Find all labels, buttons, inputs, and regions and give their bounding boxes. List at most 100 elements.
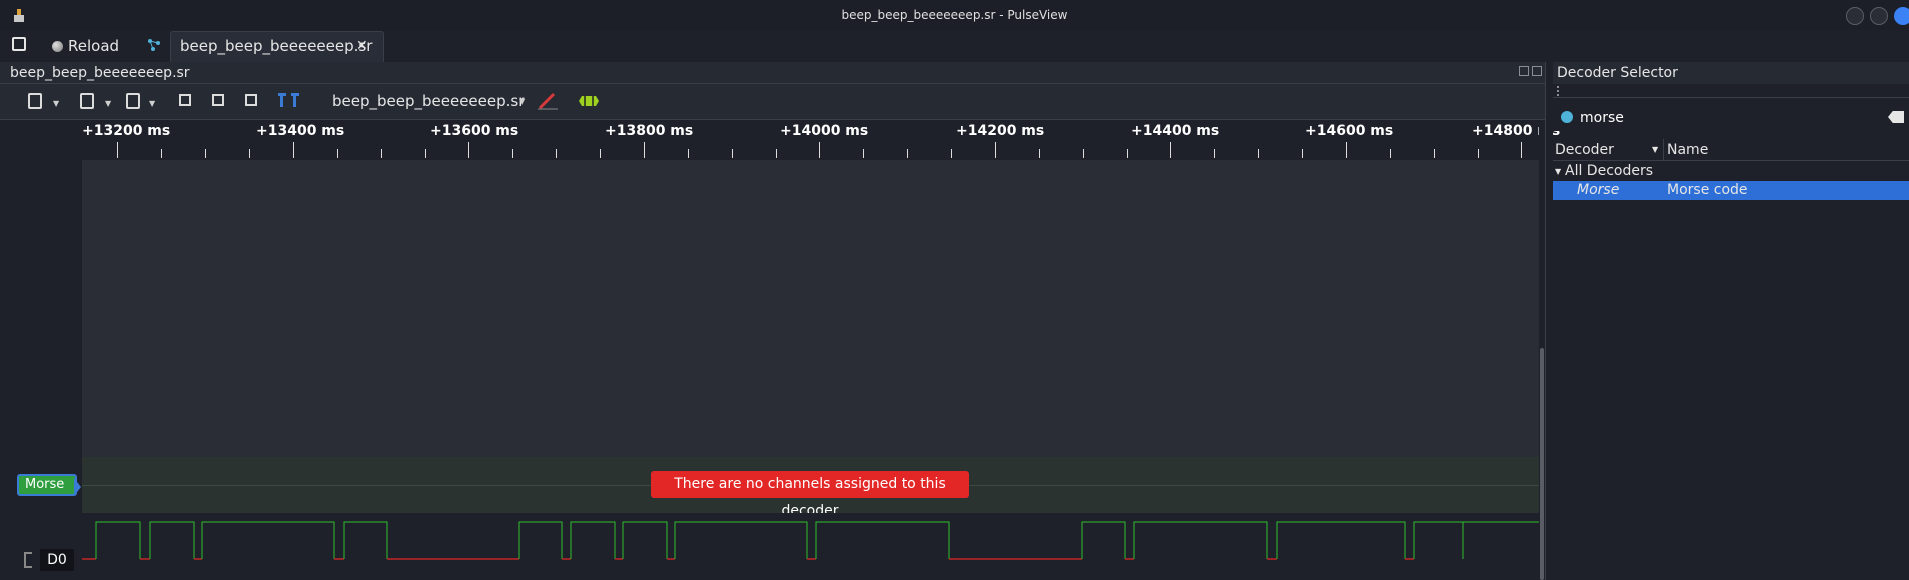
session-icon[interactable] bbox=[146, 37, 162, 53]
decoder-selector-toolbar bbox=[1553, 84, 1909, 98]
minimize-button[interactable] bbox=[1846, 7, 1864, 25]
ruler-minor-tick bbox=[425, 149, 426, 158]
ruler-minor-tick bbox=[249, 149, 250, 158]
toolbar bbox=[0, 84, 1545, 120]
ruler-minor-tick bbox=[863, 149, 864, 158]
ruler-minor-tick bbox=[1039, 149, 1040, 158]
ruler-minor-tick bbox=[512, 149, 513, 158]
ruler-minor-tick bbox=[337, 149, 338, 158]
decoder-label-arrow bbox=[74, 478, 81, 496]
open-dropdown-icon[interactable]: ▼ bbox=[105, 99, 111, 108]
decoder-warning-message: There are no channels assigned to this d… bbox=[651, 471, 969, 519]
signal-high-pulse bbox=[1413, 521, 1464, 559]
view-title: beep_beep_beeeeeeep.sr bbox=[10, 65, 190, 81]
ruler-minor-tick bbox=[205, 149, 206, 158]
signal-high-pulse bbox=[518, 521, 563, 559]
new-view-icon[interactable] bbox=[28, 93, 42, 109]
ruler-tick-label: +14200 ms bbox=[956, 123, 1045, 139]
ruler-major-tick bbox=[644, 142, 645, 158]
ruler-major-tick bbox=[1346, 142, 1347, 158]
ruler-tick-label: +14400 ms bbox=[1131, 123, 1220, 139]
ruler-minor-tick bbox=[1083, 149, 1084, 158]
ruler-major-tick bbox=[1170, 142, 1171, 158]
tree-item-name[interactable]: Morse code bbox=[1667, 181, 1748, 200]
device-selector[interactable]: beep_beep_beeeeeeep.sr bbox=[332, 90, 524, 112]
signal-high-pulse bbox=[1081, 521, 1126, 559]
zoom-in-icon[interactable] bbox=[179, 94, 191, 106]
ruler-minor-tick bbox=[1214, 149, 1215, 158]
ruler-major-tick bbox=[117, 142, 118, 158]
zoom-out-icon[interactable] bbox=[212, 94, 224, 106]
trace-view[interactable] bbox=[82, 160, 1545, 457]
decoder-list-body[interactable] bbox=[1553, 200, 1909, 580]
decoder-search-input[interactable] bbox=[1580, 106, 1880, 130]
new-session-icon[interactable] bbox=[12, 37, 26, 51]
signal-high-pulse bbox=[570, 521, 616, 559]
ruler-minor-tick bbox=[600, 149, 601, 158]
ruler-major-tick bbox=[468, 142, 469, 158]
ruler-minor-tick bbox=[1390, 149, 1391, 158]
open-file-icon[interactable] bbox=[80, 93, 94, 109]
signal-high-pulse bbox=[95, 521, 141, 559]
channel-bracket-icon bbox=[24, 552, 32, 568]
trace-header-column bbox=[0, 160, 82, 580]
ruler-minor-tick bbox=[556, 149, 557, 158]
ruler-tick-label: +14600 ms bbox=[1305, 123, 1394, 139]
ruler-minor-tick bbox=[381, 149, 382, 158]
save-icon[interactable] bbox=[126, 93, 140, 109]
ruler-minor-tick bbox=[1302, 149, 1303, 158]
window-title: beep_beep_beeeeeeep.sr - PulseView bbox=[841, 8, 1068, 22]
tree-group-all-decoders[interactable]: All Decoders bbox=[1565, 161, 1653, 181]
float-view-icon[interactable] bbox=[1519, 66, 1529, 76]
close-view-icon[interactable] bbox=[1532, 66, 1542, 76]
save-dropdown-icon[interactable]: ▼ bbox=[149, 99, 155, 108]
toolbar-grip-icon[interactable] bbox=[1557, 86, 1561, 96]
signal-high-pulse bbox=[149, 521, 195, 559]
logic-signal-d0 bbox=[82, 521, 1539, 560]
scrollbar-thumb[interactable] bbox=[1540, 348, 1544, 580]
channel-label-d0[interactable]: D0 bbox=[40, 549, 74, 571]
zoom-fit-icon[interactable] bbox=[245, 94, 257, 106]
signal-high-pulse bbox=[201, 521, 335, 559]
close-window-button[interactable] bbox=[1894, 7, 1909, 25]
tab-session-label[interactable]: beep_beep_beeeeeeep.sr bbox=[180, 33, 372, 59]
column-separator[interactable] bbox=[1663, 139, 1664, 161]
ruler-minor-tick bbox=[732, 149, 733, 158]
signal-high-pulse bbox=[1276, 521, 1406, 559]
ruler-major-tick bbox=[819, 142, 820, 158]
panel-splitter[interactable] bbox=[1545, 62, 1553, 580]
ruler-tick-label: +14000 ms bbox=[780, 123, 869, 139]
show-cursors-icon[interactable] bbox=[278, 92, 302, 108]
ruler-minor-tick bbox=[688, 149, 689, 158]
new-view-dropdown-icon[interactable]: ▼ bbox=[53, 99, 59, 108]
ruler-minor-tick bbox=[776, 149, 777, 158]
ruler-major-tick bbox=[1521, 142, 1522, 158]
ruler-minor-tick bbox=[907, 149, 908, 158]
reload-label: Reload bbox=[68, 37, 120, 55]
ruler-minor-tick bbox=[1258, 149, 1259, 158]
channels-probe-icon[interactable] bbox=[536, 90, 560, 110]
column-header-decoder[interactable]: Decoder bbox=[1555, 139, 1614, 161]
ruler-major-tick bbox=[293, 142, 294, 158]
ruler-tick-label: +13800 ms bbox=[605, 123, 694, 139]
signal-high-pulse bbox=[622, 521, 668, 559]
decoder-selector-title: Decoder Selector bbox=[1557, 65, 1678, 81]
ruler-tick-label: +13600 ms bbox=[430, 123, 519, 139]
column-header-name[interactable]: Name bbox=[1667, 139, 1708, 161]
tree-expand-icon[interactable]: ▼ bbox=[1555, 167, 1561, 176]
signal-high-pulse bbox=[815, 521, 950, 559]
decoder-trace-label[interactable]: Morse bbox=[17, 474, 77, 496]
device-dropdown-icon[interactable]: ▼ bbox=[519, 97, 525, 106]
sort-indicator-icon: ▼ bbox=[1652, 145, 1659, 154]
tab-close-icon[interactable]: ✕ bbox=[356, 33, 368, 59]
ruler-major-tick bbox=[995, 142, 996, 158]
reload-button[interactable]: Reload bbox=[50, 33, 119, 59]
add-decoder-icon[interactable] bbox=[578, 94, 600, 108]
tree-item-decoder[interactable]: Morse bbox=[1577, 181, 1619, 200]
ruler-tick-label: +13400 ms bbox=[256, 123, 345, 139]
ruler-minor-tick bbox=[161, 149, 162, 158]
ruler-minor-tick bbox=[1478, 149, 1479, 158]
signal-high-pulse bbox=[1133, 521, 1268, 559]
signal-high-pulse bbox=[343, 521, 388, 559]
maximize-button[interactable] bbox=[1870, 7, 1888, 25]
